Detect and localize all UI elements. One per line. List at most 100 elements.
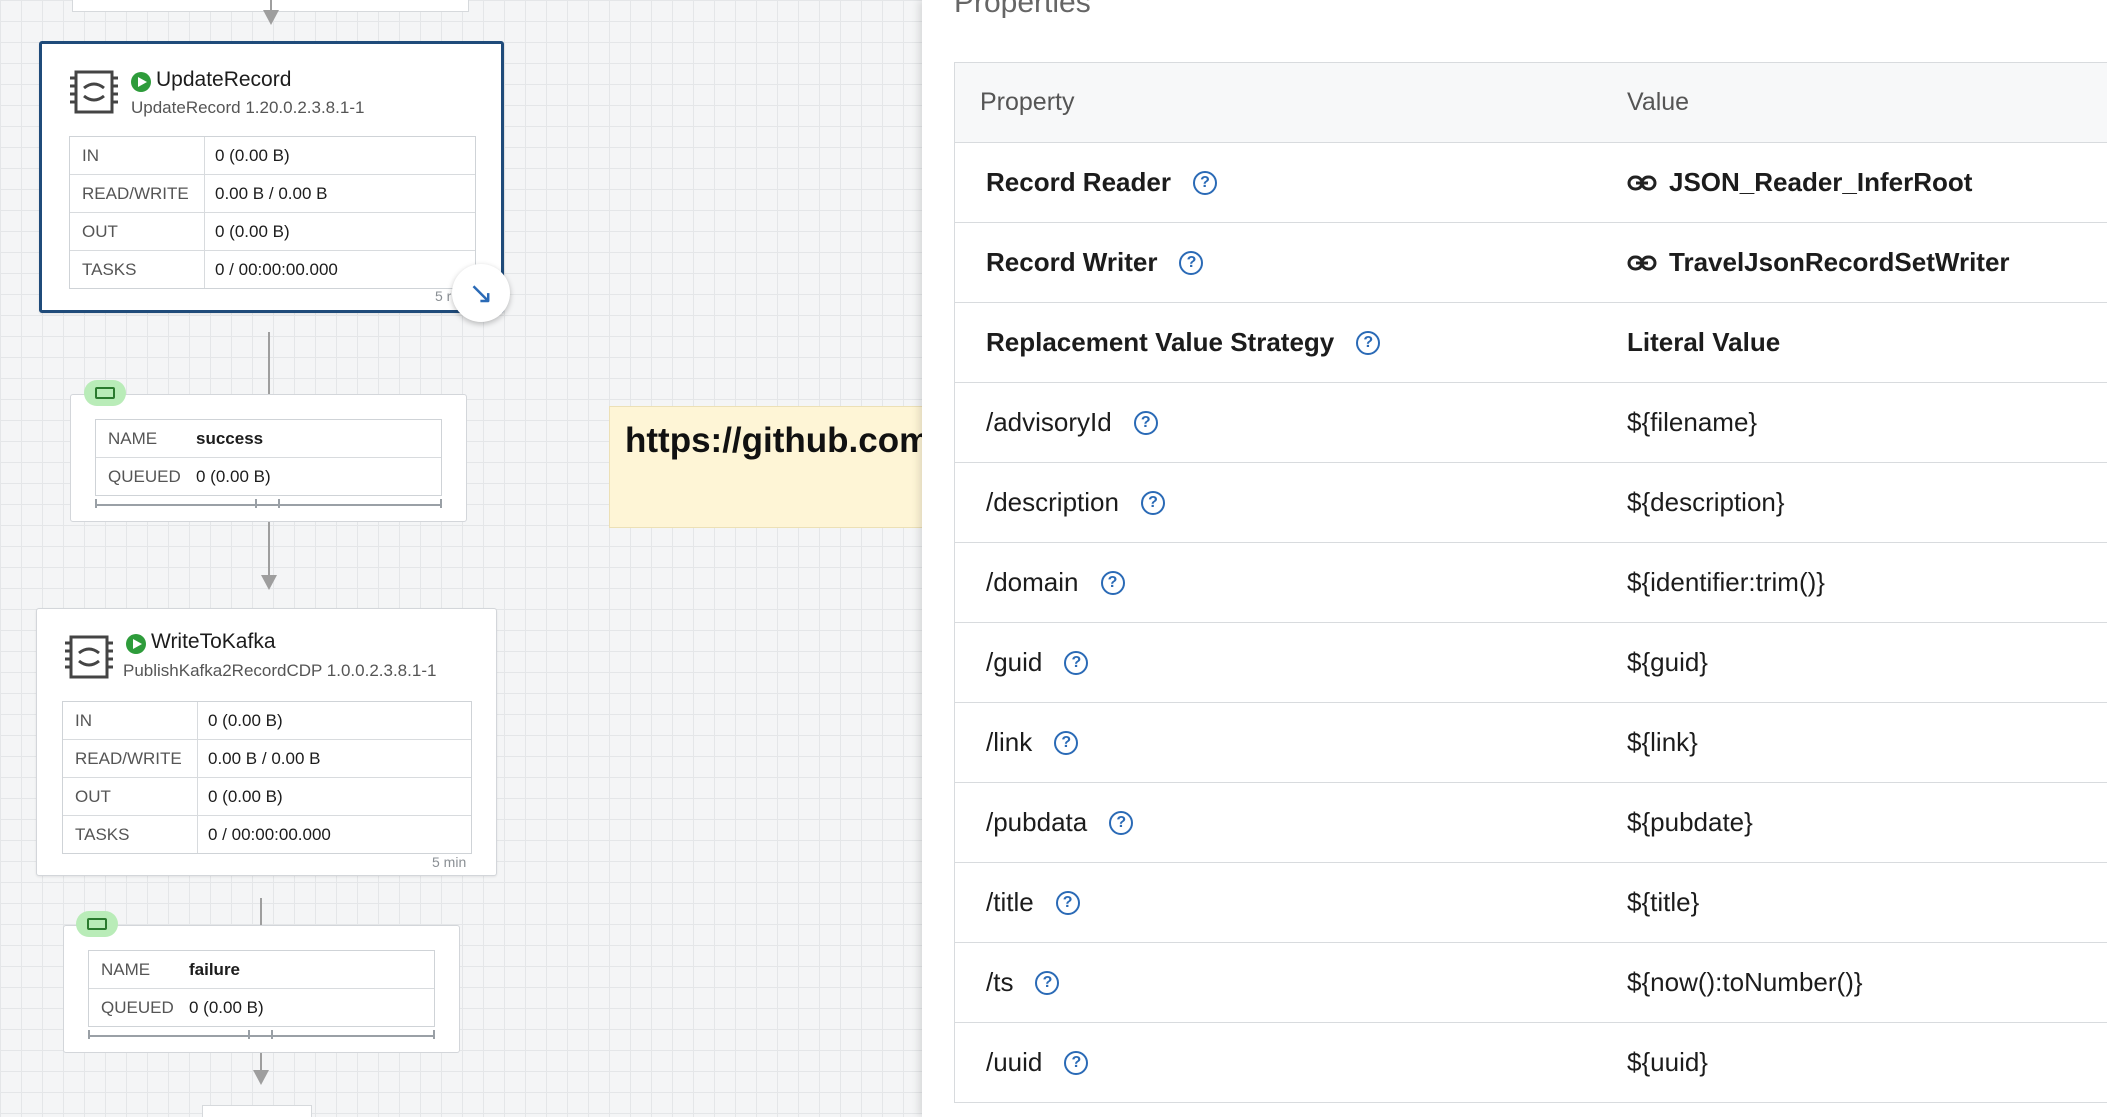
property-name: /link bbox=[986, 727, 1033, 757]
property-name: Record Reader bbox=[986, 167, 1171, 197]
queue-bar-tick bbox=[95, 499, 97, 508]
panel-title: Properties bbox=[954, 0, 1091, 19]
processor-name: WriteToKafka bbox=[151, 630, 276, 653]
processor-stats: IN 0 (0.00 B) READ/WRITE 0.00 B / 0.00 B O… bbox=[69, 136, 476, 289]
property-name: /domain bbox=[986, 567, 1079, 597]
connection-failure[interactable]: NAME failure QUEUED 0 (0.00 B) bbox=[63, 925, 460, 1053]
queue-bar-tick bbox=[433, 1030, 435, 1039]
property-value[interactable]: ${pubdate} bbox=[1627, 807, 1753, 838]
arrow-icon[interactable]: ↘ bbox=[452, 264, 510, 322]
property-name: /guid bbox=[986, 647, 1043, 677]
queue-icon bbox=[84, 380, 126, 406]
property-value[interactable]: Literal Value bbox=[1627, 327, 1780, 358]
processor-stats: IN 0 (0.00 B) READ/WRITE 0.00 B / 0.00 B O… bbox=[62, 701, 472, 854]
property-name: /uuid bbox=[986, 1047, 1043, 1077]
queue-bar bbox=[88, 1035, 435, 1037]
property-row[interactable]: Record Writer? TravelJsonRecordSetWriter bbox=[955, 223, 2107, 303]
property-row[interactable]: /ts? ${now():toNumber()} bbox=[955, 943, 2107, 1023]
help-icon[interactable]: ? bbox=[1109, 810, 1134, 835]
property-name: /pubdata bbox=[986, 807, 1088, 837]
property-row[interactable]: /title? ${title} bbox=[955, 863, 2107, 943]
stat-row-tasks: TASKS 0 / 00:00:00.000 bbox=[70, 251, 475, 288]
property-row[interactable]: Replacement Value Strategy? Literal Valu… bbox=[955, 303, 2107, 383]
stats-duration: 5 r bbox=[435, 288, 452, 304]
property-value: TravelJsonRecordSetWriter bbox=[1669, 247, 2010, 277]
help-icon[interactable]: ? bbox=[1054, 730, 1079, 755]
help-icon[interactable]: ? bbox=[1064, 1050, 1089, 1075]
property-value[interactable]: ${filename} bbox=[1627, 407, 1757, 438]
property-row[interactable]: Record Reader? JSON_Reader_InferRoot bbox=[955, 143, 2107, 223]
property-value: JSON_Reader_InferRoot bbox=[1669, 167, 1973, 197]
queue-bar bbox=[95, 504, 442, 506]
property-value[interactable]: ${uuid} bbox=[1627, 1047, 1708, 1078]
properties-panel: Properties Property Value Record Reader?… bbox=[922, 0, 2107, 1117]
help-icon[interactable]: ? bbox=[1179, 250, 1204, 275]
help-icon[interactable]: ? bbox=[1064, 650, 1089, 675]
stat-row-in: IN 0 (0.00 B) bbox=[63, 702, 471, 740]
property-value[interactable]: ${link} bbox=[1627, 727, 1698, 758]
help-icon[interactable]: ? bbox=[1100, 570, 1125, 595]
processor-type: PublishKafka2RecordCDP 1.0.0.2.3.8.1-1 bbox=[123, 661, 437, 680]
stat-row-read-write: READ/WRITE 0.00 B / 0.00 B bbox=[70, 175, 475, 213]
processor-update-record[interactable]: UpdateRecord UpdateRecord 1.20.0.2.3.8.1… bbox=[39, 41, 504, 313]
property-value[interactable]: ${identifier:trim()} bbox=[1627, 567, 1825, 598]
property-row[interactable]: /advisoryId? ${filename} bbox=[955, 383, 2107, 463]
help-icon[interactable]: ? bbox=[1192, 170, 1217, 195]
processor-icon bbox=[70, 70, 118, 114]
stat-row-tasks: TASKS 0 / 00:00:00.000 bbox=[63, 816, 471, 853]
property-value[interactable]: ${now():toNumber()} bbox=[1627, 967, 1863, 998]
property-name: /description bbox=[986, 487, 1119, 517]
arrow-icon bbox=[263, 10, 279, 25]
connection-queued-row: QUEUED 0 (0.00 B) bbox=[108, 466, 271, 486]
play-icon bbox=[126, 634, 146, 654]
property-row[interactable]: /domain? ${identifier:trim()} bbox=[955, 543, 2107, 623]
stat-row-read-write: READ/WRITE 0.00 B / 0.00 B bbox=[63, 740, 471, 778]
link-icon bbox=[1627, 255, 1657, 270]
queue-bar-tick bbox=[278, 499, 280, 508]
link-icon bbox=[1627, 175, 1657, 190]
connection-table: NAME failure QUEUED 0 (0.00 B) bbox=[88, 950, 435, 1027]
connection-name-row: NAME failure bbox=[89, 951, 434, 989]
stats-duration: 5 min bbox=[432, 854, 467, 870]
help-icon[interactable]: ? bbox=[1356, 330, 1381, 355]
property-name: Replacement Value Strategy bbox=[986, 327, 1335, 357]
help-icon[interactable]: ? bbox=[1140, 490, 1165, 515]
connection-queued-row: QUEUED 0 (0.00 B) bbox=[101, 997, 264, 1017]
flow-canvas[interactable]: UpdateRecord UpdateRecord 1.20.0.2.3.8.1… bbox=[0, 0, 922, 1117]
processor-write-to-kafka[interactable]: WriteToKafka PublishKafka2RecordCDP 1.0.… bbox=[36, 608, 497, 876]
header-property: Property bbox=[980, 88, 1075, 116]
stat-row-in: IN 0 (0.00 B) bbox=[70, 137, 475, 175]
connection-table: NAME success QUEUED 0 (0.00 B) bbox=[95, 419, 442, 496]
property-row[interactable]: /description? ${description} bbox=[955, 463, 2107, 543]
help-icon[interactable]: ? bbox=[1035, 970, 1060, 995]
connection-name-row: NAME success bbox=[96, 420, 441, 458]
property-row[interactable]: /guid? ${guid} bbox=[955, 623, 2107, 703]
property-name: /title bbox=[986, 887, 1034, 917]
arrow-icon bbox=[253, 1070, 269, 1085]
queue-bar-tick bbox=[248, 1030, 250, 1039]
arrow-icon bbox=[261, 575, 277, 590]
stat-row-out: OUT 0 (0.00 B) bbox=[70, 213, 475, 251]
processor-type: UpdateRecord 1.20.0.2.3.8.1-1 bbox=[131, 98, 365, 117]
queue-bar-tick bbox=[88, 1030, 90, 1039]
connection-line bbox=[270, 0, 272, 10]
property-name: /advisoryId bbox=[986, 407, 1112, 437]
property-value[interactable]: ${title} bbox=[1627, 887, 1699, 918]
queue-bar-tick bbox=[440, 499, 442, 508]
play-icon bbox=[131, 72, 151, 92]
help-icon[interactable]: ? bbox=[1133, 410, 1158, 435]
properties-table-header: Property Value bbox=[955, 63, 2107, 143]
downstream-processor-stub[interactable] bbox=[202, 1105, 312, 1117]
property-value[interactable]: ${description} bbox=[1627, 487, 1785, 518]
processor-name: UpdateRecord bbox=[156, 68, 292, 91]
property-row[interactable]: /pubdata? ${pubdate} bbox=[955, 783, 2107, 863]
queue-bar-tick bbox=[271, 1030, 273, 1039]
help-icon[interactable]: ? bbox=[1055, 890, 1080, 915]
property-value[interactable]: ${guid} bbox=[1627, 647, 1708, 678]
connection-success[interactable]: NAME success QUEUED 0 (0.00 B) bbox=[70, 394, 467, 522]
queue-icon bbox=[76, 911, 118, 937]
canvas-label-note[interactable]: https://github.com bbox=[609, 406, 922, 528]
property-row[interactable]: /uuid? ${uuid} bbox=[955, 1023, 2107, 1102]
property-row[interactable]: /link? ${link} bbox=[955, 703, 2107, 783]
properties-table: Property Value Record Reader? JSON_Reade… bbox=[954, 62, 2107, 1103]
